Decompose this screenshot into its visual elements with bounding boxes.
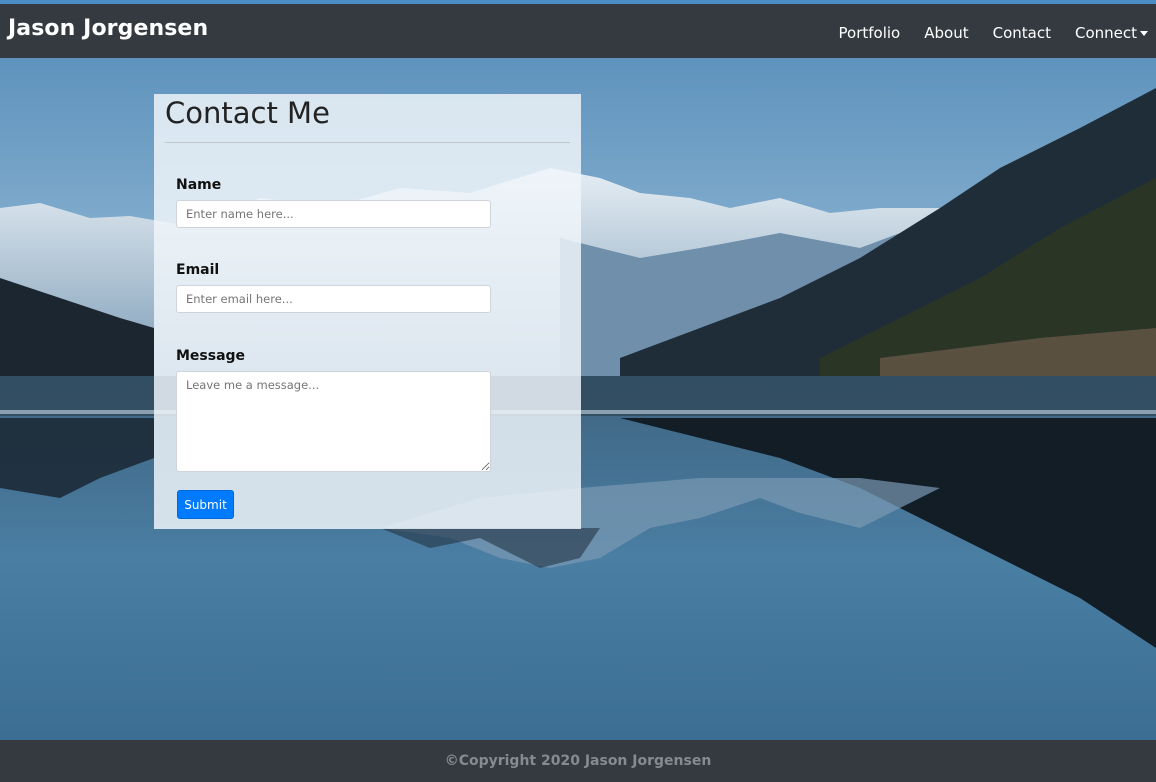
footer: ©Copyright 2020 Jason Jorgensen <box>0 740 1156 782</box>
copyright-text: ©Copyright 2020 Jason Jorgensen <box>444 753 712 769</box>
name-field[interactable] <box>176 200 491 228</box>
submit-button[interactable]: Submit <box>177 490 234 519</box>
email-field[interactable] <box>176 285 491 313</box>
nav-dropdown-connect-label: Connect <box>1074 24 1137 42</box>
nav-dropdown-connect[interactable]: Connect <box>1075 24 1148 42</box>
message-label: Message <box>176 348 246 364</box>
name-label: Name <box>176 177 222 193</box>
contact-form-card: Contact Me Name Email Message Submit <box>154 94 581 529</box>
page-title: Contact Me <box>165 96 330 130</box>
nav-link-portfolio[interactable]: Portfolio <box>839 24 901 42</box>
caret-down-icon <box>1140 30 1148 36</box>
navbar: Jason Jorgensen Portfolio About Contact … <box>0 4 1156 58</box>
message-field[interactable] <box>176 371 491 472</box>
brand-name[interactable]: Jason Jorgensen <box>8 16 208 41</box>
nav-link-about[interactable]: About <box>924 24 968 42</box>
email-label: Email <box>176 262 220 278</box>
nav-link-contact[interactable]: Contact <box>993 24 1051 42</box>
nav-links: Portfolio About Contact Connect <box>815 24 1148 42</box>
divider <box>165 142 570 143</box>
